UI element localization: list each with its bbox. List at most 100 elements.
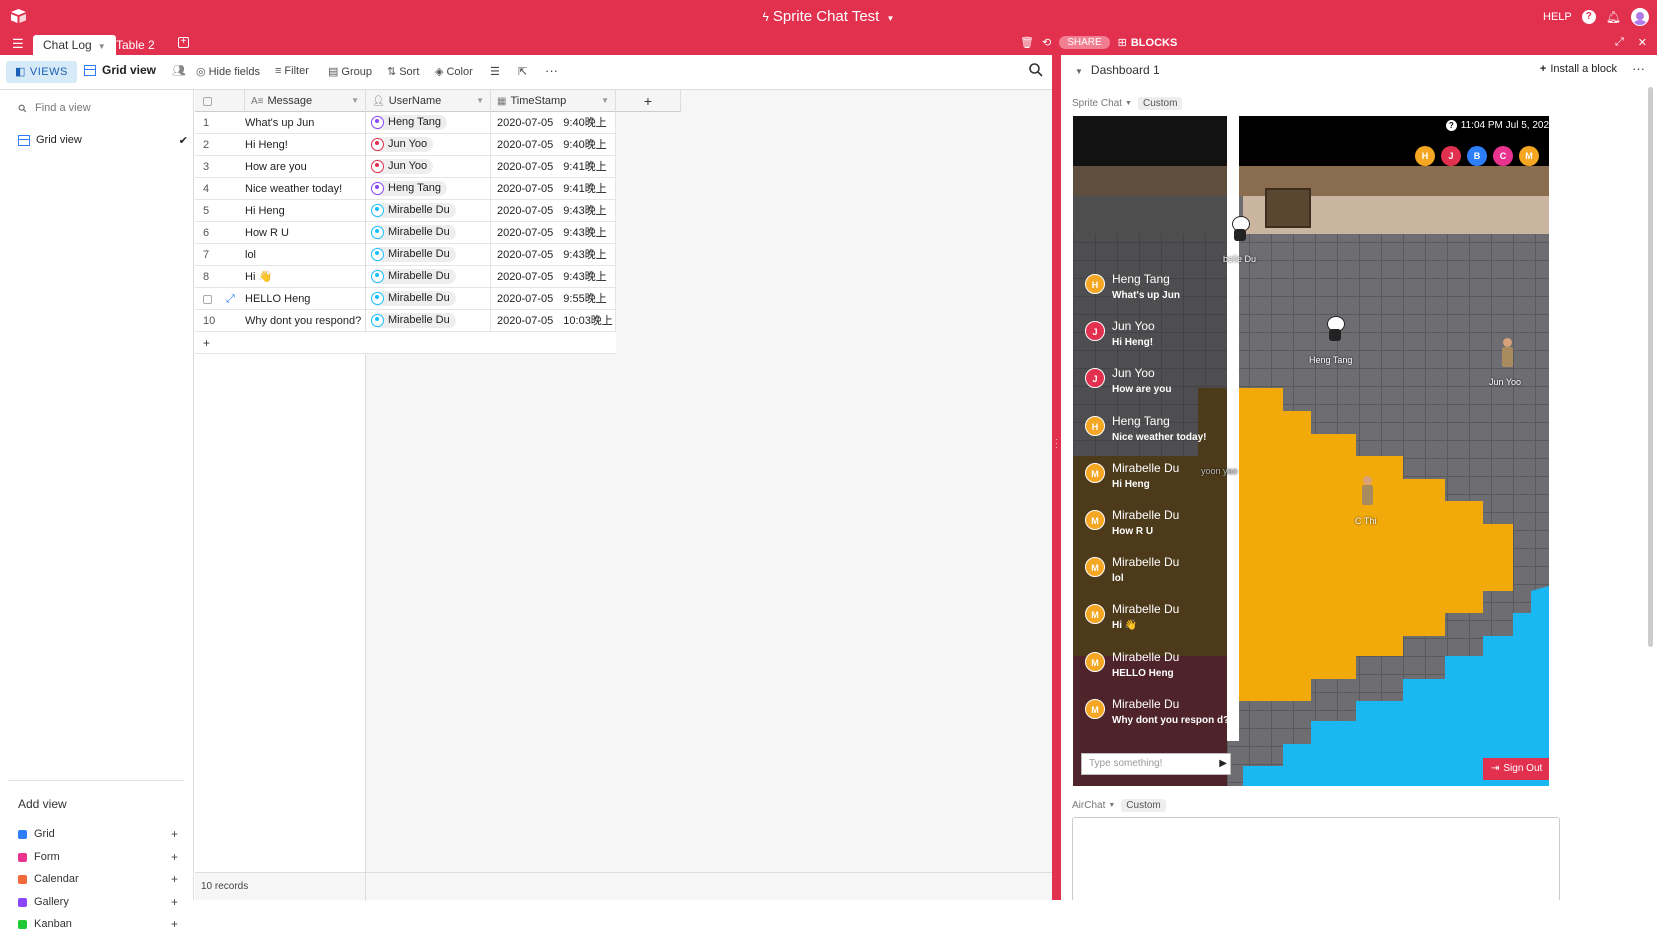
message-cell[interactable]: Hi 👋 [245, 266, 366, 288]
column-header-username[interactable]: 👤︎ UserName ▼ [366, 90, 491, 112]
dashboard-scrollbar[interactable] [1648, 87, 1653, 647]
timestamp-cell[interactable]: 2020-07-05 9:43晚上 [491, 222, 616, 244]
current-view-button[interactable]: Grid view 👥︎ [84, 63, 186, 77]
username-cell[interactable]: Mirabelle Du [366, 222, 491, 244]
username-cell[interactable]: Jun Yoo [366, 156, 491, 178]
chat-input[interactable]: Type something! ▶ [1081, 753, 1231, 775]
username-cell[interactable]: Mirabelle Du [366, 288, 491, 310]
find-view-input[interactable]: Find a view [18, 102, 91, 114]
table-row[interactable]: 4 Nice weather today! Heng Tang 2020-07-05 9… [195, 178, 616, 200]
message-cell[interactable]: How are you [245, 156, 366, 178]
filter-button[interactable]: ≡ Filter [275, 65, 309, 77]
message-cell[interactable]: How R U [245, 222, 366, 244]
add-form-view[interactable]: Form + [18, 850, 178, 864]
timestamp-cell[interactable]: 2020-07-05 9:43晚上 [491, 266, 616, 288]
timestamp-cell[interactable]: 2020-07-05 10:03晚上 [491, 310, 616, 332]
more-icon[interactable]: ··· [545, 63, 558, 78]
trash-icon[interactable]: 🗑︎ [1020, 36, 1034, 49]
tab-chat-log[interactable]: Chat Log ▼ [33, 35, 116, 55]
expand-icon[interactable]: ⤢ [1615, 36, 1624, 49]
timestamp-cell[interactable]: 2020-07-05 9:40晚上 [491, 112, 616, 134]
table-row[interactable]: 3 How are you Jun Yoo 2020-07-05 9:41晚上 [195, 156, 616, 178]
color-button[interactable]: ◈ Color [435, 65, 473, 78]
table-row[interactable]: 8 Hi 👋 Mirabelle Du 2020-07-05 9:43晚上 [195, 266, 616, 288]
table-row[interactable]: 7 lol Mirabelle Du 2020-07-05 9:43晚上 [195, 244, 616, 266]
message-cell[interactable]: Hi Heng! [245, 134, 366, 156]
message-cell[interactable]: Hi Heng [245, 200, 366, 222]
table-row[interactable]: 1 What's up Jun Heng Tang 2020-07-05 9:40晚上 [195, 112, 616, 134]
username-cell[interactable]: Jun Yoo [366, 134, 491, 156]
table-row[interactable]: 2 Hi Heng! Jun Yoo 2020-07-05 9:40晚上 [195, 134, 616, 156]
airchat-block[interactable] [1072, 817, 1560, 900]
help-icon[interactable]: ? [1581, 10, 1596, 24]
collaborators-icon[interactable]: 👥︎ [172, 64, 186, 77]
add-table-icon[interactable]: + [178, 37, 189, 48]
add-calendar-view[interactable]: Calendar + [18, 872, 178, 886]
column-header-message[interactable]: A≡ Message ▼ [245, 90, 366, 112]
tab-table-2[interactable]: Table 2 [106, 35, 165, 55]
views-toggle-button[interactable]: ◧ VIEWS [6, 61, 77, 83]
select-all-checkbox[interactable] [195, 90, 245, 112]
timestamp-cell[interactable]: 2020-07-05 9:41晚上 [491, 156, 616, 178]
history-icon[interactable]: ⟲ [1042, 36, 1051, 49]
timestamp-cell[interactable]: 2020-07-05 9:55晚上 [491, 288, 616, 310]
help-link[interactable]: HELP [1543, 11, 1572, 23]
blocks-button[interactable]: ⊞ BLOCKS [1118, 36, 1178, 50]
sidebar-item-grid-view[interactable]: Grid view ✔ [18, 134, 188, 147]
sprite-chat-block-header[interactable]: Sprite Chat ▼ Custom [1072, 97, 1183, 110]
more-icon[interactable]: ··· [1632, 61, 1645, 76]
timestamp-cell[interactable]: 2020-07-05 9:40晚上 [491, 134, 616, 156]
send-icon[interactable]: ▶ [1219, 754, 1227, 774]
table-row[interactable]: 6 How R U Mirabelle Du 2020-07-05 9:43晚上 [195, 222, 616, 244]
base-title[interactable]: ϟ Sprite Chat Test ▼ [0, 8, 1657, 25]
hide-fields-button[interactable]: ◎ Hide fields [196, 65, 260, 78]
username-cell[interactable]: Mirabelle Du [366, 266, 491, 288]
sprite-chat-game[interactable]: H Heng Tang What's up Jun J Jun Yoo Hi Heng! J… [1073, 116, 1549, 786]
online-user-avatar[interactable]: C [1493, 146, 1513, 166]
expand-record-icon[interactable]: ⤢ [226, 293, 235, 305]
username-cell[interactable]: Mirabelle Du [366, 200, 491, 222]
username-cell[interactable]: Mirabelle Du [366, 310, 491, 332]
username-cell[interactable]: Heng Tang [366, 178, 491, 200]
sort-button[interactable]: ⇅ Sort [387, 65, 419, 78]
airchat-block-header[interactable]: AirChat ▼ Custom [1072, 799, 1166, 812]
pane-resize-handle[interactable] [1052, 55, 1061, 900]
share-view-icon[interactable]: ⇱ [518, 65, 527, 78]
table-row[interactable]: 5 Hi Heng Mirabelle Du 2020-07-05 9:43晚上 [195, 200, 616, 222]
dashboard-selector[interactable]: ▼ Dashboard 1 [1075, 63, 1160, 77]
add-record-button[interactable]: + [195, 332, 616, 354]
bell-icon[interactable]: 🔔︎ [1606, 10, 1621, 24]
username-cell[interactable]: Heng Tang [366, 112, 491, 134]
timestamp-cell[interactable]: 2020-07-05 9:43晚上 [491, 244, 616, 266]
online-user-avatar[interactable]: H [1415, 146, 1435, 166]
online-user-avatar[interactable]: J [1441, 146, 1461, 166]
search-icon[interactable] [1028, 62, 1044, 78]
message-cell[interactable]: What's up Jun [245, 112, 366, 134]
group-button[interactable]: ▤ Group [328, 65, 372, 78]
add-gallery-view[interactable]: Gallery + [18, 895, 178, 909]
online-user-avatar[interactable]: M [1519, 146, 1539, 166]
add-kanban-view[interactable]: Kanban + [18, 917, 178, 931]
user-avatar[interactable] [1631, 8, 1649, 26]
username-cell[interactable]: Mirabelle Du [366, 244, 491, 266]
message-cell[interactable]: HELLO Heng [245, 288, 366, 310]
column-header-timestamp[interactable]: ▦ TimeStamp ▼ [491, 90, 616, 112]
add-field-button[interactable]: + [616, 90, 681, 112]
timestamp-cell[interactable]: 2020-07-05 9:41晚上 [491, 178, 616, 200]
row-select-checkbox[interactable]: ⤢ [195, 288, 245, 310]
message-cell[interactable]: lol [245, 244, 366, 266]
sign-out-button[interactable]: ⇥ Sign Out [1483, 758, 1549, 780]
install-block-button[interactable]: + Install a block [1540, 63, 1617, 75]
row-height-icon[interactable]: ☰ [490, 65, 500, 78]
share-button[interactable]: SHARE [1059, 36, 1110, 49]
table-row[interactable]: 10 Why dont you respond? Mirabelle Du 2020-… [195, 310, 616, 332]
add-grid-view[interactable]: Grid + [18, 827, 178, 841]
online-user-avatar[interactable]: B [1467, 146, 1487, 166]
message-cell[interactable]: Nice weather today! [245, 178, 366, 200]
timestamp-cell[interactable]: 2020-07-05 9:43晚上 [491, 200, 616, 222]
table-row[interactable]: ⤢ HELLO Heng Mirabelle Du 2020-07-05 9:55晚上 [195, 288, 616, 310]
menu-icon[interactable]: ☰ [12, 36, 24, 52]
close-icon[interactable]: ✕ [1638, 36, 1647, 49]
help-icon[interactable]: ? [1445, 120, 1457, 131]
message-cell[interactable]: Why dont you respond? [245, 310, 366, 332]
